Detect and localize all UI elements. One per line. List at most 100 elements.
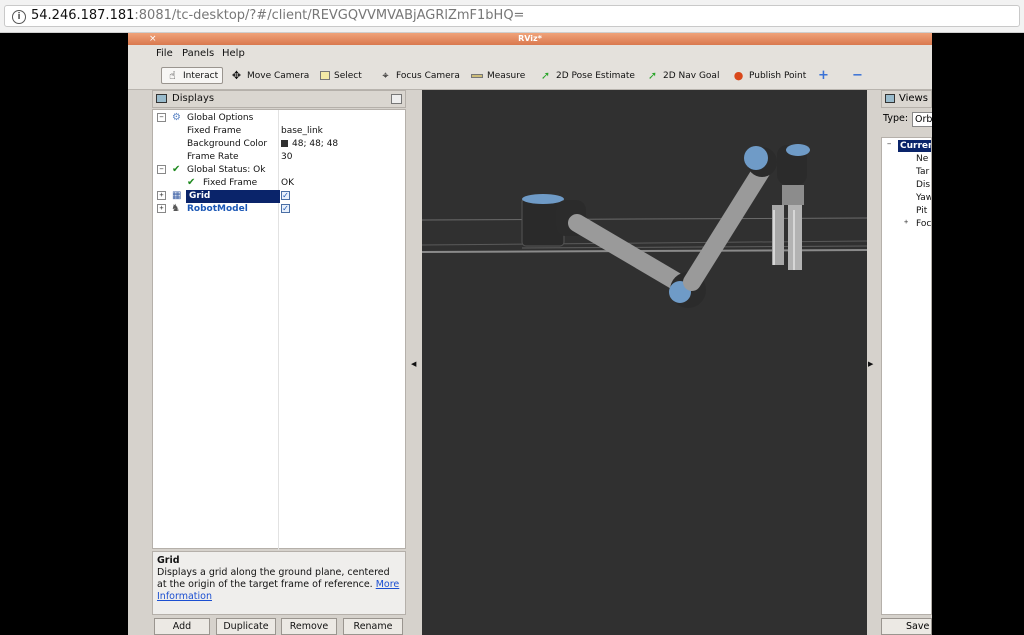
views-item[interactable]: Foc xyxy=(916,218,931,230)
description-title: Grid xyxy=(157,555,180,566)
views-current-item[interactable]: Current xyxy=(898,140,931,152)
expand-icon[interactable]: + xyxy=(904,218,908,226)
publish-point-label: Publish Point xyxy=(749,70,807,81)
move-camera-label: Move Camera xyxy=(247,70,310,81)
green-arrow-icon: ➚ xyxy=(647,69,658,82)
views-panel-header: Views xyxy=(881,90,932,108)
grid-line xyxy=(521,245,867,249)
frame-rate-value[interactable]: 30 xyxy=(281,151,292,164)
tree-row-background-color[interactable]: Background Color 48; 48; 48 xyxy=(153,138,405,151)
focus-camera-label: Focus Camera xyxy=(396,70,460,81)
displays-title: Displays xyxy=(172,93,215,104)
duplicate-button[interactable]: Duplicate xyxy=(216,618,276,635)
tree-row-fixed-frame[interactable]: Fixed Frame base_link xyxy=(153,125,405,138)
url-text: 54.246.187.181:8081/tc-desktop/?#/client… xyxy=(31,8,524,23)
grid-icon: ▦ xyxy=(172,190,182,201)
collapse-right-icon[interactable]: ▶ xyxy=(868,360,873,368)
tree-row-status-fixed-frame[interactable]: ✔ Fixed Frame OK xyxy=(153,177,405,190)
tool-bar: ☝ Interact ✥ Move Camera Select ⌖ Focus … xyxy=(128,63,932,90)
measure-label: Measure xyxy=(487,70,526,81)
focus-camera-tool-button[interactable]: ⌖ Focus Camera xyxy=(379,67,460,84)
background-color-text: 48; 48; 48 xyxy=(292,139,339,149)
fixed-frame-value[interactable]: base_link xyxy=(281,125,323,138)
menu-panels[interactable]: Panels xyxy=(182,48,214,59)
color-swatch xyxy=(281,140,288,147)
views-item[interactable]: Dis xyxy=(916,179,930,191)
tree-row-global-status[interactable]: − ✔ Global Status: Ok xyxy=(153,164,405,177)
robot-scene xyxy=(422,144,867,308)
views-item[interactable]: Tar xyxy=(916,166,929,178)
fixed-frame-label: Fixed Frame xyxy=(187,126,242,136)
interact-tool-button[interactable]: ☝ Interact xyxy=(161,67,224,84)
menu-help[interactable]: Help xyxy=(222,48,245,59)
views-item[interactable]: Pit xyxy=(916,205,927,217)
move-camera-tool-button[interactable]: ✥ Move Camera xyxy=(230,67,309,84)
save-view-button[interactable]: Save xyxy=(881,618,932,635)
green-arrow-icon: ➚ xyxy=(540,69,551,82)
displays-panel-header: Displays xyxy=(152,90,406,108)
select-tool-button[interactable]: Select xyxy=(320,67,362,84)
expand-icon[interactable]: + xyxy=(157,204,166,213)
browser-address-bar: i 54.246.187.181:8081/tc-desktop/?#/clie… xyxy=(0,0,1024,33)
monitor-icon xyxy=(156,94,167,103)
add-tool-button[interactable]: + xyxy=(818,67,829,84)
views-item[interactable]: Ne xyxy=(916,153,928,165)
select-box-icon xyxy=(320,71,330,80)
robot-base-cap xyxy=(522,194,564,204)
views-item[interactable]: Yaw xyxy=(916,192,931,204)
robot-model-enabled-checkbox[interactable]: ✓ xyxy=(281,204,290,213)
focus-crosshair-icon: ⌖ xyxy=(382,69,389,82)
global-status-label: Global Status: Ok xyxy=(187,165,266,175)
url-path: :8081/tc-desktop/?#/client/REVGQVVMVABjA… xyxy=(134,8,525,23)
collapse-left-icon[interactable]: ◀ xyxy=(411,360,416,368)
rename-button[interactable]: Rename xyxy=(343,618,403,635)
url-field[interactable]: i 54.246.187.181:8081/tc-desktop/?#/clie… xyxy=(4,5,1020,27)
undock-icon[interactable] xyxy=(391,94,402,104)
map-pin-icon: ● xyxy=(733,69,744,82)
publish-point-tool-button[interactable]: ● Publish Point xyxy=(732,67,807,84)
measure-tool-button[interactable]: Measure xyxy=(471,67,525,84)
desktop-margin-left xyxy=(0,33,128,635)
pose-estimate-label: 2D Pose Estimate xyxy=(556,70,635,81)
select-label: Select xyxy=(334,70,362,81)
add-button[interactable]: Add xyxy=(154,618,210,635)
expand-icon[interactable]: + xyxy=(157,191,166,200)
views-type-select[interactable]: Orbit xyxy=(912,112,932,127)
menu-bar: File Panels Help xyxy=(128,45,932,63)
collapse-icon[interactable]: − xyxy=(157,113,166,122)
status-fixed-frame-value: OK xyxy=(281,178,294,188)
tree-row-global-options[interactable]: − ⚙ Global Options xyxy=(153,112,405,125)
views-tree: − Current Ne Tar Dis Yaw Pit + Foc xyxy=(881,137,932,615)
views-title: Views xyxy=(899,93,928,104)
right-splitter[interactable]: ▶ xyxy=(867,90,875,635)
render-3d-view[interactable] xyxy=(422,90,867,635)
description-text: Displays a grid along the ground plane, … xyxy=(157,567,390,590)
check-mark-icon: ✔ xyxy=(172,164,181,175)
collapse-icon[interactable]: − xyxy=(887,140,891,148)
forearm-link xyxy=(683,161,771,291)
tree-row-frame-rate[interactable]: Frame Rate 30 xyxy=(153,151,405,164)
displays-tree: − ⚙ Global Options Fixed Frame base_link… xyxy=(152,109,406,550)
global-options-label: Global Options xyxy=(187,113,254,123)
tree-row-robot-model[interactable]: + ♞ RobotModel ✓ xyxy=(153,203,405,216)
nav-goal-tool-button[interactable]: ➚ 2D Nav Goal xyxy=(646,67,720,84)
check-mark-icon: ✔ xyxy=(187,177,196,188)
gripper-body xyxy=(782,185,804,205)
url-host: 54.246.187.181 xyxy=(31,8,135,23)
tree-row-grid[interactable]: + ▦ Grid ✓ xyxy=(153,190,405,203)
robot-icon: ♞ xyxy=(171,203,180,214)
collapse-icon[interactable]: − xyxy=(157,165,166,174)
rviz-window: × RViz* File Panels Help ☝ Interact ✥ Mo… xyxy=(128,33,932,635)
pose-estimate-tool-button[interactable]: ➚ 2D Pose Estimate xyxy=(539,67,635,84)
remove-tool-button[interactable]: − xyxy=(852,67,863,84)
left-splitter[interactable]: ◀ xyxy=(410,90,418,635)
grid-enabled-checkbox[interactable]: ✓ xyxy=(281,191,290,200)
hand-icon: ☝ xyxy=(169,69,176,82)
grid-label: Grid xyxy=(186,190,280,203)
info-icon[interactable]: i xyxy=(12,10,26,24)
desktop-margin-right xyxy=(932,33,1024,635)
background-color-value[interactable]: 48; 48; 48 xyxy=(281,138,338,151)
menu-file[interactable]: File xyxy=(156,48,173,59)
window-title: RViz* xyxy=(518,34,542,43)
remove-button[interactable]: Remove xyxy=(281,618,337,635)
